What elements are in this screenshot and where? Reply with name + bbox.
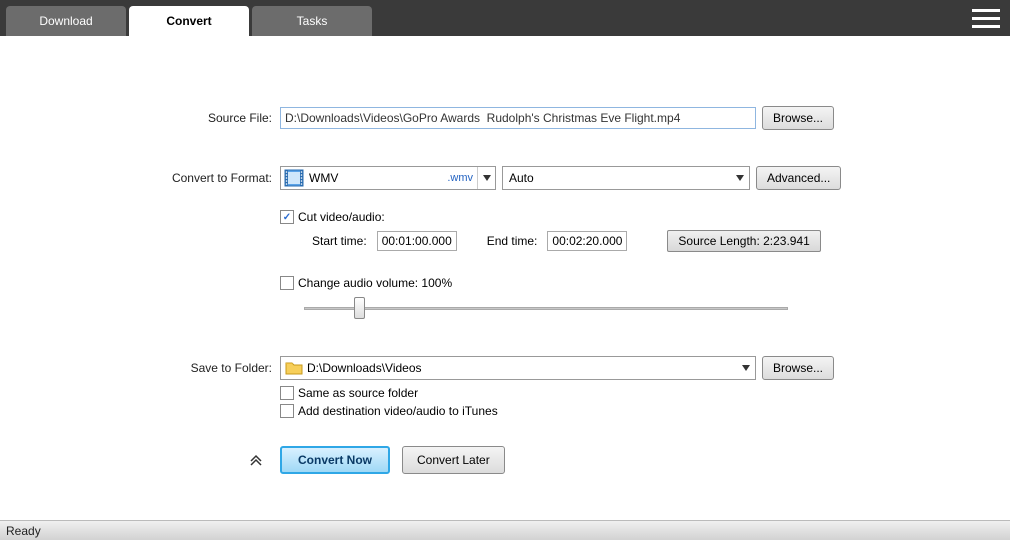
format-name: WMV [307, 171, 447, 185]
folder-icon [285, 360, 303, 376]
format-select[interactable]: WMV .wmv [280, 166, 496, 190]
menu-icon[interactable] [972, 4, 1000, 32]
save-folder-path: D:\Downloads\Videos [303, 361, 737, 375]
source-file-label: Source File: [0, 111, 280, 125]
browse-source-button[interactable]: Browse... [762, 106, 834, 130]
volume-slider[interactable] [304, 298, 788, 318]
statusbar: Ready [0, 520, 1010, 540]
source-file-input[interactable] [280, 107, 756, 129]
titlebar: Download Convert Tasks [0, 0, 1010, 36]
source-length-button[interactable]: Source Length: 2:23.941 [667, 230, 820, 252]
quality-select[interactable]: Auto [502, 166, 750, 190]
save-to-folder-label: Save to Folder: [0, 361, 280, 375]
change-audio-volume-checkbox[interactable] [280, 276, 294, 290]
format-dropdown-arrow-icon[interactable] [477, 167, 495, 189]
save-folder-select[interactable]: D:\Downloads\Videos [280, 356, 756, 380]
cut-video-audio-checkbox[interactable] [280, 210, 294, 224]
change-audio-volume-label: Change audio volume: 100% [298, 276, 452, 290]
end-time-label: End time: [487, 234, 538, 248]
tab-download[interactable]: Download [6, 6, 126, 36]
add-to-itunes-checkbox[interactable] [280, 404, 294, 418]
quality-value: Auto [509, 171, 731, 185]
convert-to-format-label: Convert to Format: [0, 171, 280, 185]
start-time-input[interactable] [377, 231, 457, 251]
tab-convert[interactable]: Convert [129, 6, 249, 36]
save-folder-dropdown-arrow-icon[interactable] [737, 357, 755, 379]
status-text: Ready [6, 524, 41, 538]
end-time-input[interactable] [547, 231, 627, 251]
start-time-label: Start time: [312, 234, 367, 248]
advanced-button[interactable]: Advanced... [756, 166, 841, 190]
format-ext: .wmv [447, 172, 477, 184]
convert-later-button[interactable]: Convert Later [402, 446, 505, 474]
quality-dropdown-arrow-icon[interactable] [731, 167, 749, 189]
volume-slider-thumb[interactable] [354, 297, 365, 319]
add-to-itunes-label: Add destination video/audio to iTunes [298, 404, 498, 418]
same-as-source-checkbox[interactable] [280, 386, 294, 400]
tab-tasks[interactable]: Tasks [252, 6, 372, 36]
tabs: Download Convert Tasks [0, 0, 375, 36]
convert-panel: Source File: Browse... Convert to Format… [0, 36, 1010, 474]
browse-folder-button[interactable]: Browse... [762, 356, 834, 380]
collapse-icon[interactable] [246, 450, 266, 470]
convert-now-button[interactable]: Convert Now [280, 446, 390, 474]
film-icon [284, 169, 304, 187]
same-as-source-label: Same as source folder [298, 386, 418, 400]
cut-video-audio-label: Cut video/audio: [298, 210, 385, 224]
